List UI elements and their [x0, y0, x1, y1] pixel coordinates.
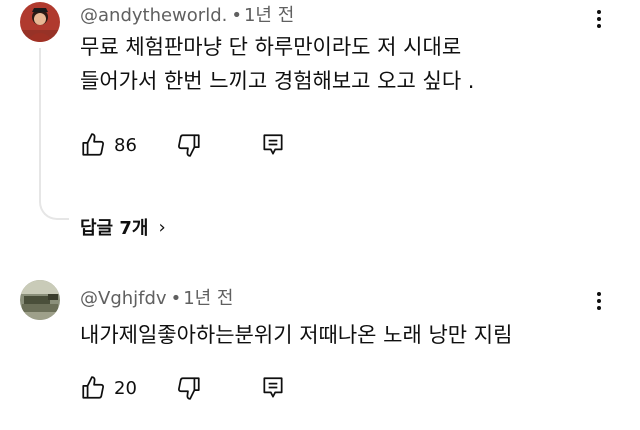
- comment-meta: @Vghjfdv • 1년 전: [80, 288, 234, 310]
- avatar-image: [20, 2, 60, 42]
- thumbs-up-icon: [82, 133, 104, 156]
- comment-text-line: 내가제일좋아하는분위기 저때나온 노래 낭만 지림: [80, 323, 513, 347]
- comment-text: 내가제일좋아하는분위기 저때나온 노래 낭만 지림: [80, 318, 512, 352]
- comment-text-line: 들어가서 한번 느끼고 경험해보고 오고 싶다 .: [80, 69, 475, 93]
- like-count: 86: [114, 134, 137, 156]
- chevron-right-icon: ›: [158, 216, 166, 238]
- meta-separator: •: [231, 5, 242, 26]
- comment-thread: @andytheworld. • 1년 전 무료 체험판마냥 단 하루만이라도 저 …: [0, 0, 640, 250]
- replies-label: 답글 7개: [80, 218, 149, 239]
- avatar-image: [20, 280, 60, 320]
- dislike-button[interactable]: [176, 373, 202, 403]
- comment-thread: @Vghjfdv • 1년 전 내가제일좋아하는분위기 저때나온 노래 낭만 지림 …: [0, 270, 640, 430]
- comment-text: 무료 체험판마냥 단 하루만이라도 저 시대로 들어가서 한번 느끼고 경험해보…: [80, 30, 475, 98]
- dislike-button[interactable]: [176, 130, 202, 160]
- avatar[interactable]: [20, 280, 60, 320]
- comment-time[interactable]: 1년 전: [244, 5, 294, 26]
- thumbs-down-icon: [178, 377, 200, 400]
- more-vert-icon[interactable]: [594, 292, 604, 316]
- reply-button[interactable]: [260, 130, 286, 160]
- like-button[interactable]: 20: [80, 373, 137, 403]
- reply-button[interactable]: [260, 373, 286, 403]
- comment-author[interactable]: @andytheworld.: [80, 5, 227, 26]
- comment-text-line: 무료 체험판마냥 단 하루만이라도 저 시대로: [80, 35, 462, 59]
- comment-time[interactable]: 1년 전: [183, 288, 233, 309]
- like-button[interactable]: 86: [80, 130, 137, 160]
- comment-actions: 86: [80, 130, 380, 160]
- reply-icon: [263, 134, 283, 155]
- meta-separator: •: [170, 288, 182, 309]
- comment-actions: 20: [80, 373, 380, 403]
- avatar[interactable]: [20, 2, 60, 42]
- reply-icon: [263, 377, 283, 398]
- like-count: 20: [114, 377, 137, 399]
- comment-meta: @andytheworld. • 1년 전: [80, 5, 294, 27]
- more-vert-icon[interactable]: [594, 10, 604, 34]
- thumbs-up-icon: [82, 376, 104, 399]
- thumbs-down-icon: [178, 134, 200, 157]
- comment-author[interactable]: @Vghjfdv: [80, 288, 167, 309]
- thread-connector: [39, 48, 69, 220]
- view-replies-button[interactable]: 답글 7개 ›: [80, 214, 166, 240]
